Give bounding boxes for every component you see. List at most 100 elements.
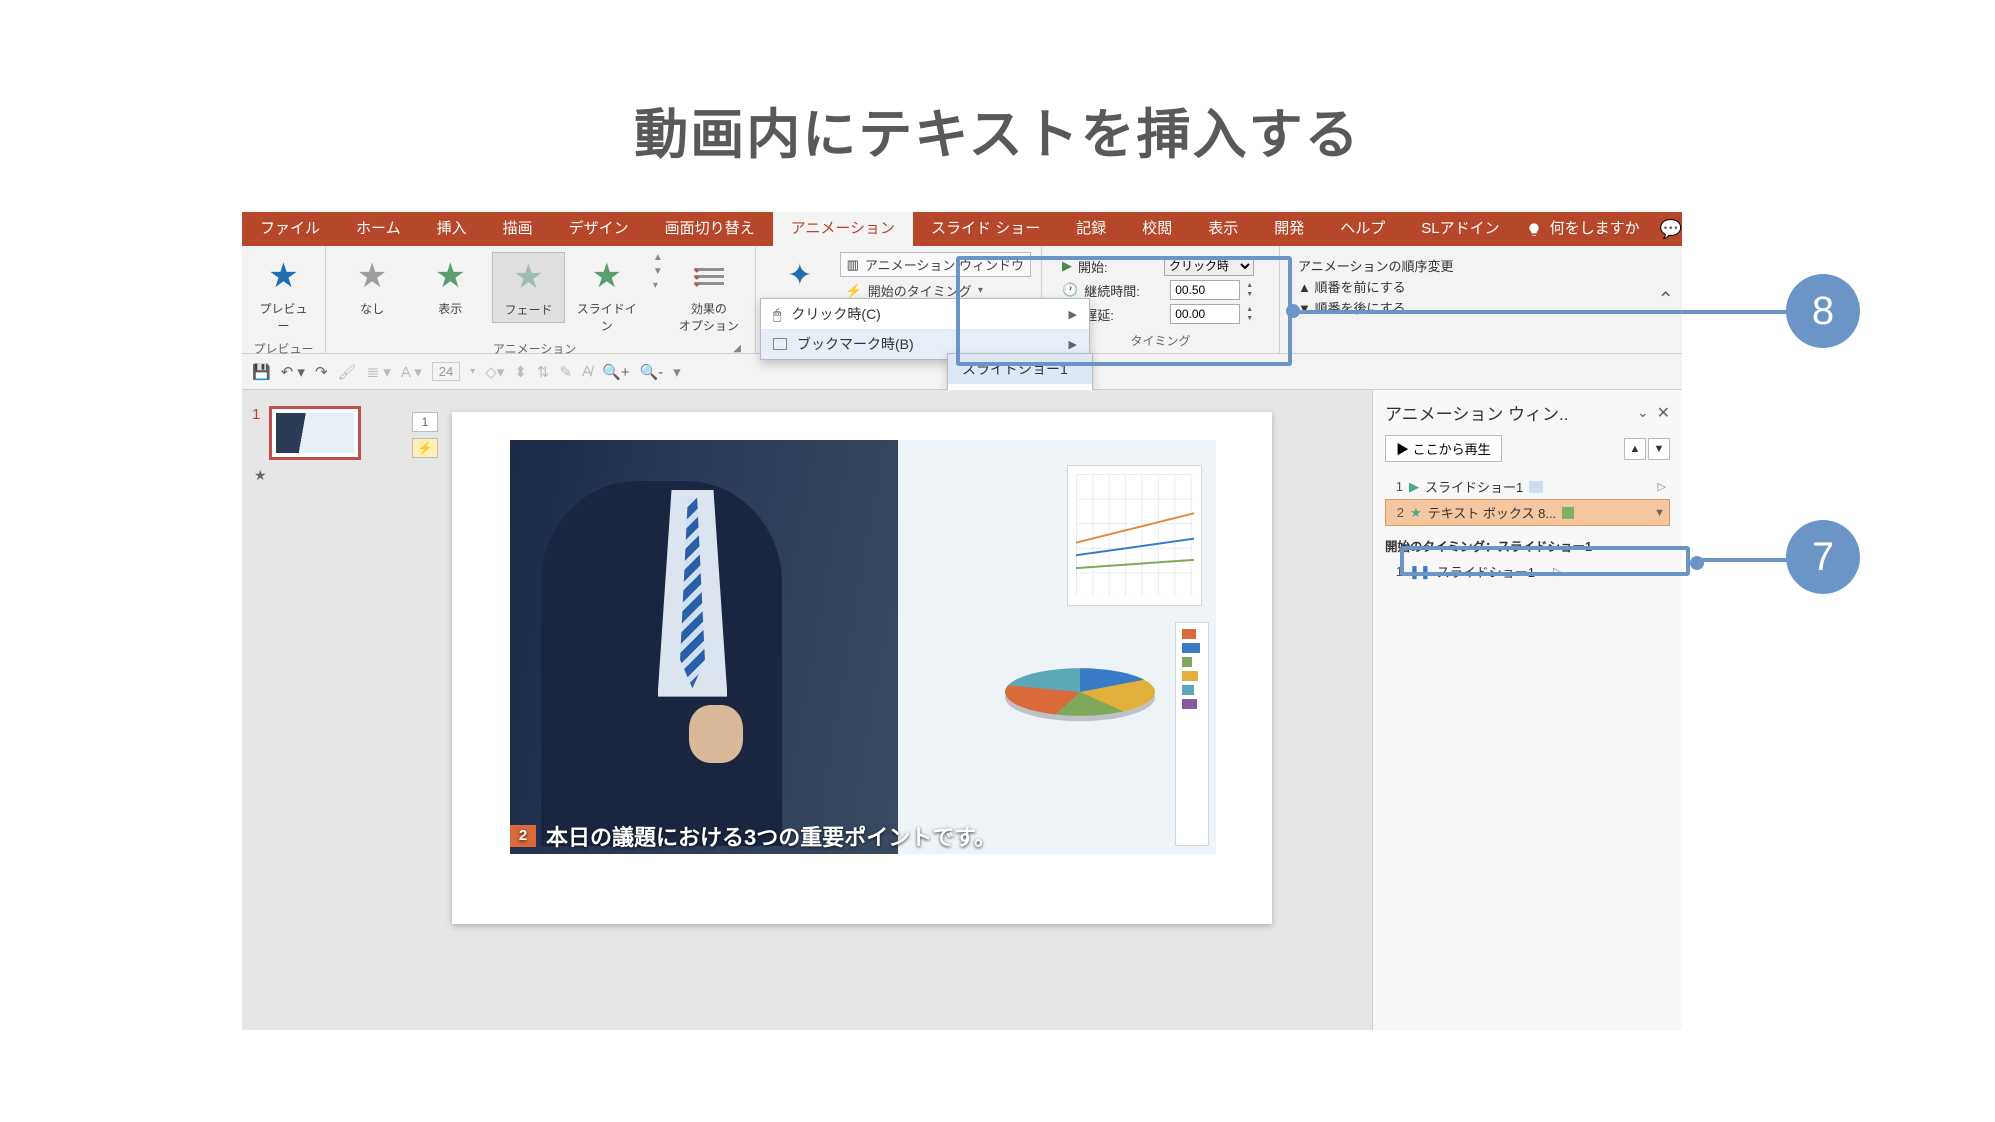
ribbon-body: ★ プレビュー プレビュー ★なし ★表示 ★フェード ★スライドイン ▲ ▼ …	[242, 246, 1682, 354]
caption-text: 本日の議題における3つの重要ポイントです。	[546, 820, 996, 852]
group-label-preview: プレビュー	[252, 338, 315, 359]
anim-tag-trigger[interactable]: ⚡	[412, 438, 438, 458]
slide-thumbnails: 1 ★	[242, 390, 382, 1030]
spinner-down[interactable]: ▼	[1246, 314, 1253, 323]
bar-chart-graphic	[1175, 622, 1209, 846]
expand-icon[interactable]: ▷	[1658, 480, 1666, 493]
tab-home[interactable]: ホーム	[338, 212, 419, 246]
tab-help[interactable]: ヘルプ	[1322, 212, 1403, 246]
close-icon[interactable]: ✕	[1657, 403, 1670, 423]
anim-none[interactable]: ★なし	[336, 252, 408, 321]
caption-textbox[interactable]: 2 本日の議題における3つの重要ポイントです。	[510, 820, 1216, 852]
tab-design[interactable]: デザイン	[551, 212, 647, 246]
delay-input[interactable]	[1170, 304, 1240, 324]
slide-thumbnail-1[interactable]	[269, 406, 361, 460]
spinner-down[interactable]: ▼	[1246, 290, 1253, 299]
star-icon: ★	[513, 260, 543, 294]
move-later[interactable]: ▼ 順番を後にする	[1298, 298, 1631, 317]
zoom-in-icon[interactable]: 🔍+	[602, 363, 629, 381]
dialog-launcher-icon[interactable]: ◢	[733, 343, 745, 354]
start-select[interactable]: クリック時	[1164, 256, 1254, 276]
tab-slideshow[interactable]: スライド ショー	[913, 212, 1058, 246]
chevron-right-icon: ▶	[1069, 338, 1077, 351]
tab-insert[interactable]: 挿入	[419, 212, 485, 246]
move-down-button[interactable]: ▼	[1648, 438, 1670, 460]
editing-area: 1 ★ 1 ⚡	[242, 390, 1682, 1030]
powerpoint-window: ファイル ホーム 挿入 描画 デザイン 画面切り替え アニメーション スライド …	[242, 212, 1682, 1030]
star-plus-icon: ✦	[787, 261, 812, 291]
slide-canvas[interactable]: 2 本日の議題における3つの重要ポイントです。	[452, 412, 1272, 924]
anim-fade[interactable]: ★フェード	[492, 252, 564, 323]
anim-appear[interactable]: ★表示	[414, 252, 486, 321]
duration-input[interactable]	[1170, 280, 1240, 300]
anim-list-item-2[interactable]: 2 ★ テキスト ボックス 8... ▼	[1385, 499, 1670, 526]
preview-button[interactable]: ★ プレビュー	[252, 252, 315, 338]
order-title: アニメーションの順序変更	[1298, 256, 1631, 275]
tab-record[interactable]: 記録	[1058, 212, 1124, 246]
star-icon: ★	[357, 259, 387, 293]
align-icon[interactable]: ⬍	[514, 363, 527, 381]
undo-icon[interactable]: ↶ ▾	[281, 363, 305, 381]
bookmark-icon	[773, 338, 787, 350]
zoom-out-icon[interactable]: 🔍-	[639, 363, 663, 381]
animation-pane-button[interactable]: ▥アニメーション ウィンドウ	[840, 252, 1031, 277]
tab-view[interactable]: 表示	[1190, 212, 1256, 246]
move-up-button[interactable]: ▲	[1624, 438, 1646, 460]
save-icon[interactable]: 💾	[252, 363, 271, 381]
anim-list-item-1[interactable]: 1 ▶ スライドショー1 ▷	[1385, 474, 1670, 499]
trigger-on-click[interactable]: 🖱クリック時(C)▶	[761, 299, 1089, 329]
star-icon: ★	[268, 259, 298, 293]
expand-icon[interactable]: ▷	[1553, 565, 1561, 578]
video-placeholder[interactable]	[510, 440, 1216, 854]
dropdown-icon[interactable]: ▼	[1654, 507, 1665, 519]
gallery-more[interactable]: ▾	[653, 280, 663, 291]
text-direction-icon[interactable]: ⇅	[537, 363, 550, 381]
group-label-animation: アニメーション	[336, 338, 733, 359]
gallery-scroll-down[interactable]: ▼	[653, 266, 663, 277]
font-dropdown[interactable]: A ▾	[401, 363, 422, 381]
anim-tag-1[interactable]: 1	[412, 412, 438, 432]
chevron-right-icon: ▶	[1069, 308, 1077, 321]
play-from-button[interactable]: ▶ ここから再生	[1385, 435, 1502, 462]
spinner-up[interactable]: ▲	[1246, 281, 1253, 290]
redo-icon[interactable]: ↷	[315, 363, 328, 381]
pause-icon: ❚❚	[1409, 564, 1431, 580]
ink-icon[interactable]: ✎	[559, 363, 572, 381]
callout-line	[1696, 558, 1790, 562]
effect-options[interactable]: 効果の オプション	[673, 252, 745, 338]
chevron-down-icon[interactable]: ⌄	[1637, 404, 1649, 421]
bullets-icon[interactable]: ≣ ▾	[367, 363, 391, 381]
star-icon: ★	[592, 259, 622, 293]
font-size-input[interactable]: 24	[432, 362, 460, 381]
gallery-scroll-up[interactable]: ▲	[653, 252, 663, 263]
star-icon: ★	[1410, 505, 1422, 521]
bookmark-item-0[interactable]: スライドショー1	[948, 354, 1092, 384]
comments-icon[interactable]: 💬	[1660, 219, 1682, 240]
tab-sladdin[interactable]: SLアドイン	[1403, 212, 1517, 246]
tab-draw[interactable]: 描画	[485, 212, 551, 246]
tell-me-search[interactable]: 何をしますか	[1550, 212, 1660, 246]
anim-sub-item-1[interactable]: 1 ❚❚ スライドショー1 ▷	[1385, 559, 1670, 584]
move-earlier[interactable]: ▲ 順番を前にする	[1298, 277, 1631, 296]
callout-line	[1292, 310, 1790, 314]
clear-format-icon[interactable]: A̸	[582, 363, 592, 380]
tab-file[interactable]: ファイル	[242, 212, 338, 246]
shapes-icon[interactable]: ◇▾	[485, 363, 504, 381]
format-painter-icon[interactable]: 🖌	[338, 363, 357, 381]
caption-anim-tag: 2	[510, 825, 536, 847]
tab-animations[interactable]: アニメーション	[773, 212, 913, 246]
tab-transitions[interactable]: 画面切り替え	[647, 212, 773, 246]
star-icon: ★	[435, 259, 465, 293]
line-chart-graphic	[1067, 465, 1203, 606]
collapse-ribbon[interactable]: ⌃	[1649, 287, 1682, 312]
tab-review[interactable]: 校閲	[1124, 212, 1190, 246]
play-icon: ▶	[1409, 479, 1419, 495]
qat-customise[interactable]: ▾	[673, 363, 681, 381]
pane-icon: ▥	[847, 257, 859, 273]
clock-icon: 🕐	[1062, 282, 1078, 298]
spinner-up[interactable]: ▲	[1246, 305, 1253, 314]
ribbon-tabs: ファイル ホーム 挿入 描画 デザイン 画面切り替え アニメーション スライド …	[242, 212, 1682, 246]
anim-slidein[interactable]: ★スライドイン	[571, 252, 643, 338]
tab-developer[interactable]: 開発	[1256, 212, 1322, 246]
thumb-number: 1	[252, 406, 260, 423]
